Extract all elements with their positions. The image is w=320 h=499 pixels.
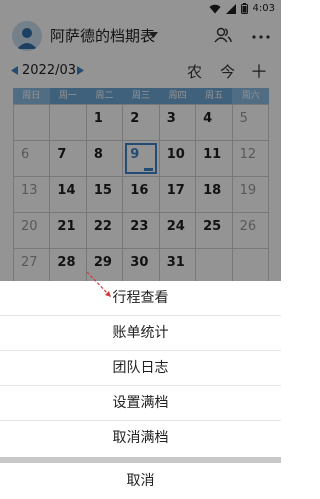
pointer-arrow-icon <box>86 271 111 297</box>
